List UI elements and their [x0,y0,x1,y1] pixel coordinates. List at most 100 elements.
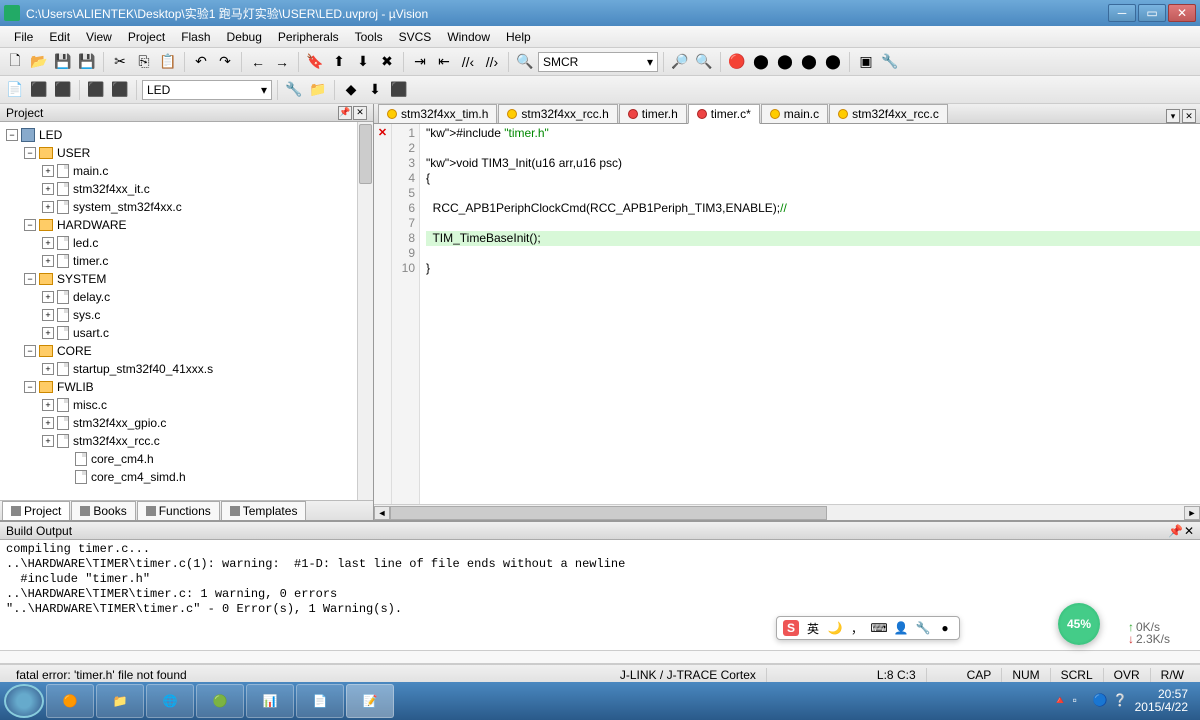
batch-build-icon[interactable]: ⬛ [85,79,107,101]
save-icon[interactable]: 💾 [52,51,74,73]
config-icon[interactable]: 🔧 [879,51,901,73]
menu-view[interactable]: View [78,28,120,46]
editor-body[interactable]: ✕ 12345678910 "kw">#include "timer.h" "k… [374,124,1200,504]
indent-icon[interactable]: ⇥ [409,51,431,73]
task-item[interactable]: 🌐 [146,684,194,718]
save-all-icon[interactable]: 💾 [76,51,98,73]
scrollbar-thumb[interactable] [359,124,372,184]
menu-help[interactable]: Help [498,28,539,46]
code-line[interactable]: { [426,171,1200,186]
tree-scrollbar[interactable] [357,122,373,500]
find-icon[interactable]: 🔍 [514,51,536,73]
tab-templates[interactable]: Templates [221,501,307,520]
bookmark-icon[interactable]: 🔖 [304,51,326,73]
tab-functions[interactable]: Functions [137,501,220,520]
expand-icon[interactable]: + [42,399,54,411]
menu-svcs[interactable]: SVCS [391,28,440,46]
tab-close-icon[interactable]: ✕ [1182,109,1196,123]
download-icon[interactable]: ⬇ [364,79,386,101]
tray-net-icon[interactable]: ▫ [1073,693,1089,709]
task-item[interactable]: 📊 [246,684,294,718]
tab-dropdown-icon[interactable]: ▾ [1166,109,1180,123]
bookmark-clear-icon[interactable]: ✖ [376,51,398,73]
tree-group-user[interactable]: −USER [0,144,373,162]
code-line[interactable] [426,216,1200,231]
tree-file[interactable]: +startup_stm32f40_41xxx.s [0,360,373,378]
new-file-icon[interactable]: 🗋 [4,51,26,73]
manage-icon[interactable]: ◆ [340,79,362,101]
expand-icon[interactable]: + [42,201,54,213]
menu-project[interactable]: Project [120,28,173,46]
translate-icon[interactable]: 📄 [4,79,26,101]
expand-icon[interactable]: − [24,345,36,357]
menu-window[interactable]: Window [439,28,498,46]
ime-wrench-icon[interactable]: 🔧 [915,620,931,636]
task-item[interactable]: 📄 [296,684,344,718]
tree-file[interactable]: +system_stm32f4xx.c [0,198,373,216]
tree-file[interactable]: +delay.c [0,288,373,306]
code-line[interactable]: RCC_APB1PeriphClockCmd(RCC_APB1Periph_TI… [426,201,1200,216]
tree-file[interactable]: +stm32f4xx_gpio.c [0,414,373,432]
close-button[interactable]: ✕ [1168,4,1196,22]
copy-icon[interactable]: ⎘ [133,51,155,73]
tree-file[interactable]: +stm32f4xx_rcc.c [0,432,373,450]
build-output-text[interactable]: compiling timer.c... ..\HARDWARE\TIMER\t… [0,540,1200,650]
task-item-uvision[interactable]: 📝 [346,684,394,718]
maximize-button[interactable]: ▭ [1138,4,1166,22]
taskbar-clock[interactable]: 20:57 2015/4/22 [1135,688,1188,714]
tray-help-icon[interactable]: ❔ [1113,693,1129,709]
ime-keyboard-icon[interactable]: ⌨ [871,620,887,636]
uncomment-icon[interactable]: //› [481,51,503,73]
tree-file[interactable]: +stm32f4xx_it.c [0,180,373,198]
scroll-left-icon[interactable]: ◄ [374,506,390,520]
build-icon[interactable]: ⬛ [28,79,50,101]
expand-icon[interactable]: + [42,237,54,249]
find-in-files-icon[interactable]: 🔎 [669,51,691,73]
ime-toolbar[interactable]: S 英 🌙 ， ⌨ 👤 🔧 ● [776,616,960,640]
options-icon[interactable]: 🔧 [283,79,305,101]
editor-tab[interactable]: stm32f4xx_rcc.c [829,104,948,123]
menu-edit[interactable]: Edit [41,28,78,46]
scroll-thumb[interactable] [390,506,827,520]
find-combo[interactable]: SMCR▾ [538,52,658,72]
editor-tab[interactable]: timer.c* [688,104,760,124]
ime-logo-icon[interactable]: S [783,620,799,636]
tree-group-fwlib[interactable]: −FWLIB [0,378,373,396]
disable-bp-icon[interactable]: ⬤ [798,51,820,73]
editor-hscroll[interactable]: ◄ ► [374,504,1200,520]
task-item[interactable]: 🟢 [196,684,244,718]
code-line[interactable]: "kw">void TIM3_Init(u16 arr,u16 psc) [426,156,1200,171]
bookmark-next-icon[interactable]: ⬇ [352,51,374,73]
expand-icon[interactable]: + [42,183,54,195]
expand-icon[interactable]: + [42,363,54,375]
tree-file[interactable]: +sys.c [0,306,373,324]
nav-fwd-icon[interactable]: → [271,51,293,73]
task-item[interactable]: 📁 [96,684,144,718]
tray-flag-icon[interactable]: 🔺 [1053,693,1069,709]
code-line[interactable] [426,246,1200,261]
open-file-icon[interactable]: 📂 [28,51,50,73]
expand-icon[interactable]: − [24,147,36,159]
kill-bp-icon[interactable]: ⬤ [822,51,844,73]
code-line[interactable] [426,141,1200,156]
tree-file[interactable]: +main.c [0,162,373,180]
editor-tab[interactable]: main.c [761,104,828,123]
tree-root[interactable]: −LED [0,126,373,144]
code-line[interactable]: "kw">#include "timer.h" [426,126,1200,141]
cut-icon[interactable]: ✂ [109,51,131,73]
expand-icon[interactable]: − [24,381,36,393]
ime-punct-icon[interactable]: ， [849,620,865,636]
task-item[interactable]: 🟠 [46,684,94,718]
expand-icon[interactable]: + [42,435,54,447]
expand-icon[interactable]: + [42,327,54,339]
cpu-meter[interactable]: 45% [1058,603,1100,645]
menu-debug[interactable]: Debug [219,28,270,46]
comment-icon[interactable]: //‹ [457,51,479,73]
breakpoint-icon[interactable]: ⬤ [750,51,772,73]
incremental-find-icon[interactable]: 🔍 [693,51,715,73]
redo-icon[interactable]: ↷ [214,51,236,73]
scroll-right-icon[interactable]: ► [1184,506,1200,520]
expand-icon[interactable]: + [42,291,54,303]
undo-icon[interactable]: ↶ [190,51,212,73]
tray-icons[interactable]: 🔺 ▫ 🔵 ❔ [1053,693,1129,709]
